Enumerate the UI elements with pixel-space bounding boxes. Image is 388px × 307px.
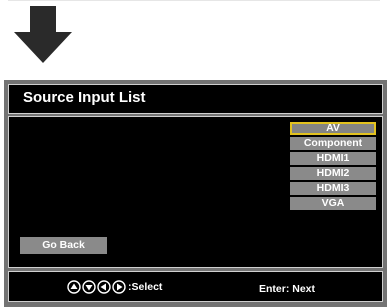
source-item-hdmi1[interactable]: HDMI1 — [290, 152, 376, 165]
source-item-hdmi2[interactable]: HDMI2 — [290, 167, 376, 180]
go-back-button[interactable]: Go Back — [20, 237, 107, 254]
source-item-hdmi3[interactable]: HDMI3 — [290, 182, 376, 195]
left-icon — [97, 280, 111, 294]
title-bar: Source Input List — [8, 84, 383, 114]
up-icon — [67, 280, 81, 294]
top-divider — [8, 0, 380, 1]
right-icon — [112, 280, 126, 294]
navigation-icons — [67, 280, 126, 294]
footer-bar: :Select Enter: Next — [8, 271, 383, 302]
source-list: AV Component HDMI1 HDMI2 HDMI3 VGA — [290, 122, 376, 212]
page-title: Source Input List — [23, 89, 146, 106]
source-item-vga[interactable]: VGA — [290, 197, 376, 210]
select-hint: :Select — [67, 280, 162, 294]
down-arrow-icon — [14, 6, 72, 63]
down-icon — [82, 280, 96, 294]
select-hint-label: :Select — [128, 281, 163, 293]
source-item-av[interactable]: AV — [290, 122, 376, 135]
source-item-component[interactable]: Component — [290, 137, 376, 150]
enter-hint: Enter: Next — [259, 283, 316, 295]
